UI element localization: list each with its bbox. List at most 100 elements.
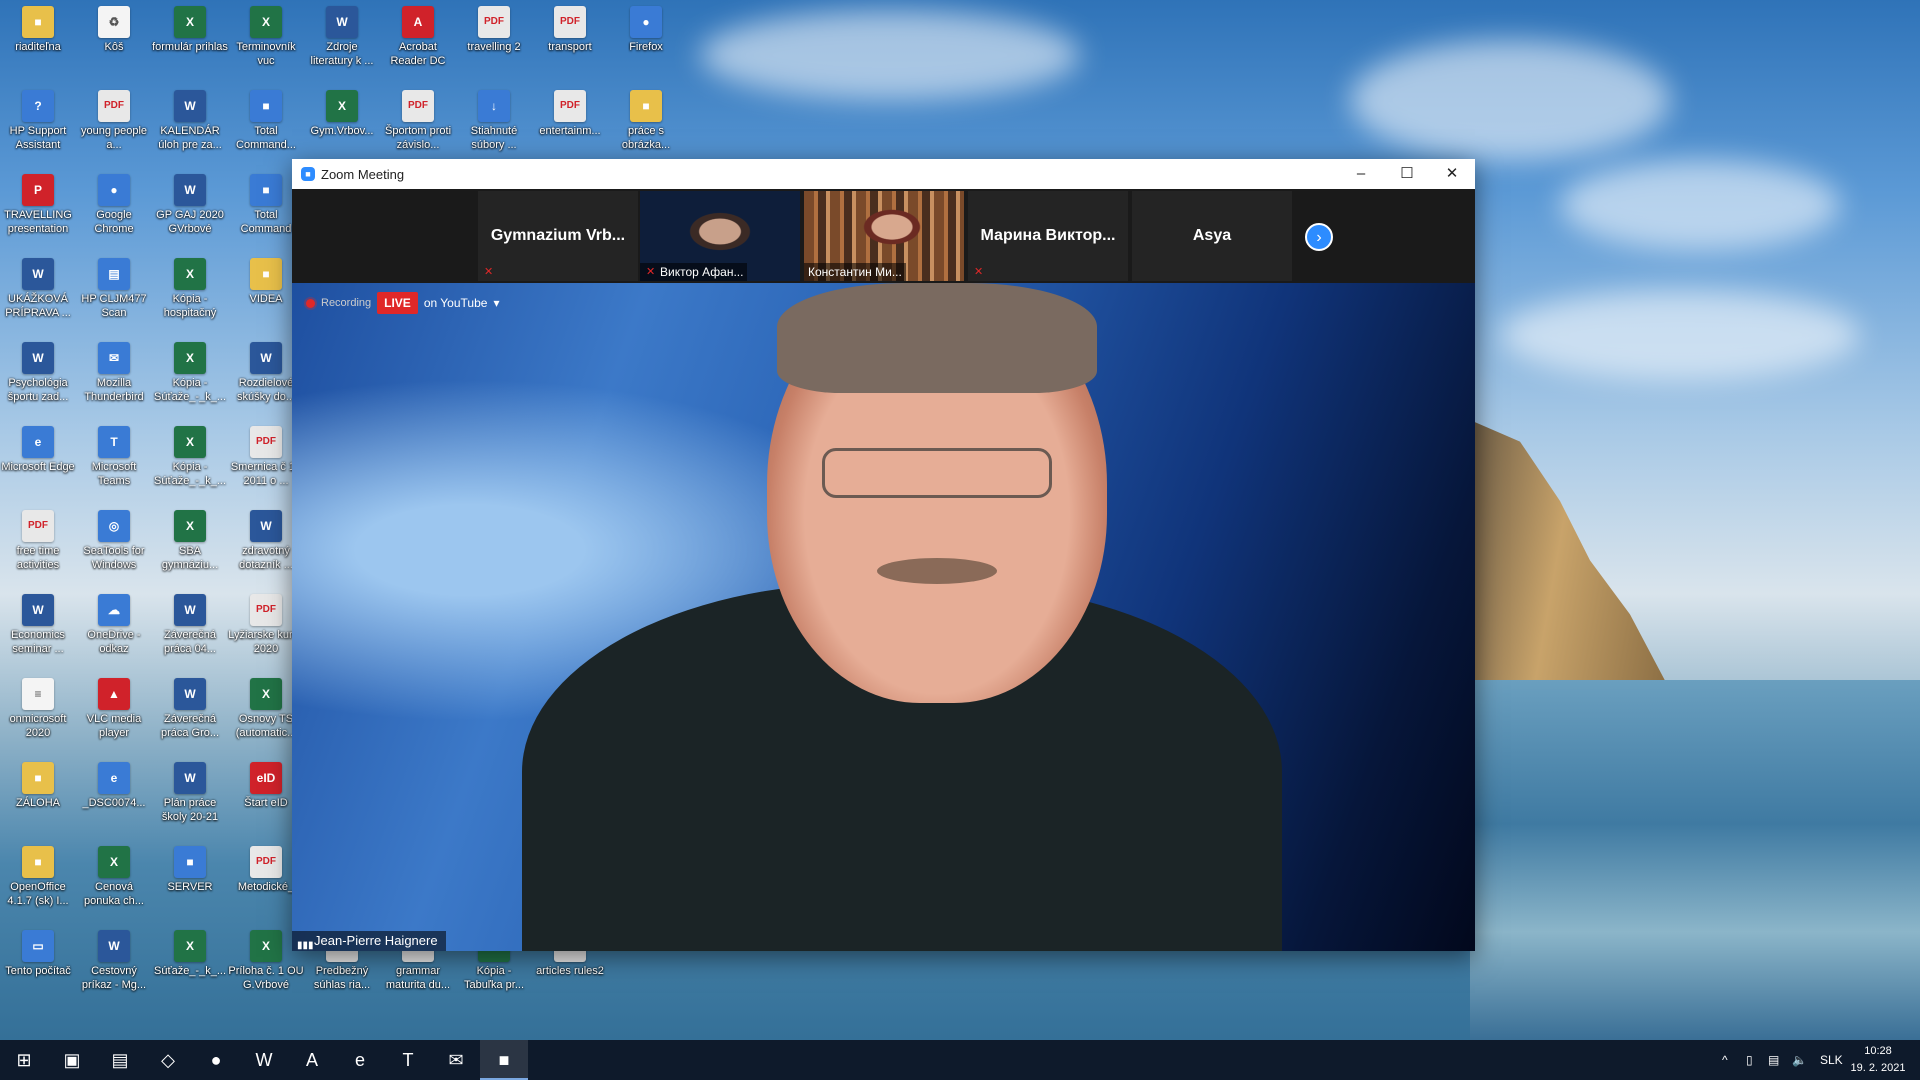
app-file-icon: ● (630, 6, 662, 38)
volume-icon[interactable]: 🔈 (1792, 1040, 1807, 1080)
desktop-icon[interactable]: ■ riaditeľna (0, 2, 76, 82)
clock[interactable]: 10:28 19. 2. 2021 (1846, 1043, 1910, 1077)
desktop-icon[interactable]: W Psychológia športu zad... (0, 338, 76, 418)
desktop-icon[interactable]: ■ ZÁLOHA (0, 758, 76, 838)
notepad-icon[interactable]: ◇ (144, 1040, 192, 1080)
desktop-icon[interactable]: W UKÁŽKOVÁ PRÍPRAVA ... (0, 254, 76, 334)
tray-chevron-icon[interactable]: ^ (1722, 1040, 1728, 1080)
desktop-icon[interactable]: ☁ OneDrive - odkaz (76, 590, 152, 670)
desktop-icon[interactable]: e Microsoft Edge (0, 422, 76, 502)
desktop-icon[interactable]: ● Firefox (608, 2, 684, 82)
chrome-icon[interactable]: ● (192, 1040, 240, 1080)
word-file-icon: W (250, 342, 282, 374)
start-button[interactable]: ⊞ (0, 1040, 48, 1080)
desktop-icon[interactable]: W Cestovný príkaz - Mg... (76, 926, 152, 1006)
participant-tile[interactable]: Константин Ми... (804, 191, 964, 281)
zoom-titlebar[interactable]: ■ Zoom Meeting – ☐ ✕ (292, 159, 1475, 189)
acrobat-icon[interactable]: A (288, 1040, 336, 1080)
desktop-icon[interactable]: W GP GAJ 2020 GVrbové (152, 170, 228, 250)
desktop-icon[interactable]: X Kópia - Súťaže_-_k_... (152, 422, 228, 502)
zoom-icon[interactable]: ■ (480, 1040, 528, 1080)
desktop-icon[interactable]: ▲ VLC media player (76, 674, 152, 754)
desktop-icon[interactable]: W Záverečná práca Gro... (152, 674, 228, 754)
desktop-icon[interactable]: PDF entertainm... (532, 86, 608, 166)
desktop-icon[interactable]: X Kópia - Súťaže_-_k_... (152, 338, 228, 418)
excel-file-icon: X (250, 678, 282, 710)
desktop-icon[interactable]: ✉ Mozilla Thunderbird (76, 338, 152, 418)
desktop-icon[interactable]: ■ OpenOffice 4.1.7 (sk) I... (0, 842, 76, 922)
participant-tile[interactable]: Asya (1132, 191, 1292, 281)
desktop-icon[interactable]: W Zdroje literatury k ... (304, 2, 380, 82)
desktop-icon[interactable]: ■ práce s obrázka... (608, 86, 684, 166)
desktop-icon[interactable]: ↓ Stiahnuté súbory ... (456, 86, 532, 166)
desktop-icon[interactable]: ? HP Support Assistant (0, 86, 76, 166)
desktop-icon[interactable]: ▭ Tento počítač (0, 926, 76, 1006)
excel-file-icon: X (250, 930, 282, 962)
desktop-icon-label: ZÁLOHA (15, 797, 60, 809)
desktop-icon[interactable]: PDF Športom proti závislo... (380, 86, 456, 166)
desktop-icon[interactable]: X Cenová ponuka ch... (76, 842, 152, 922)
network-icon[interactable]: ▤ (1768, 1040, 1779, 1080)
task-view-button[interactable]: ▣ (48, 1040, 96, 1080)
participant-tile[interactable]: Gymnazium Vrb... ✕ (478, 191, 638, 281)
pdf-file-icon: PDF (402, 90, 434, 122)
desktop-icon-label: Cestovný príkaz - Mg... (81, 965, 147, 991)
maximize-button[interactable]: ☐ (1384, 159, 1430, 189)
muted-mic-icon: ✕ (646, 266, 656, 278)
recording-indicator[interactable]: Recording LIVE on YouTube ▾ (306, 292, 499, 314)
desktop-icon[interactable]: PDF transport (532, 2, 608, 82)
desktop-icon[interactable]: ● Google Chrome (76, 170, 152, 250)
desktop-icon-label: free time activities (16, 545, 60, 571)
touchpad-icon[interactable]: ▯ (1746, 1040, 1753, 1080)
edge-icon[interactable]: e (336, 1040, 384, 1080)
desktop-icon[interactable]: W Záverečná práca 04... (152, 590, 228, 670)
desktop-icon[interactable]: X Súťaže_-_k_... (152, 926, 228, 1006)
desktop-icon-label: formulár prihlas (152, 41, 228, 53)
desktop-icon-label: _DSC0074... (82, 797, 146, 809)
doc-file-icon: ♻ (98, 6, 130, 38)
desktop-icon[interactable]: ■ Total Command... (228, 86, 304, 166)
minimize-button[interactable]: – (1338, 159, 1384, 189)
stream-destination[interactable]: on YouTube (424, 296, 488, 310)
app-file-icon: ▤ (98, 258, 130, 290)
excel-file-icon: X (174, 258, 206, 290)
teams-icon[interactable]: T (384, 1040, 432, 1080)
desktop-icon[interactable]: T Microsoft Teams (76, 422, 152, 502)
desktop-icon[interactable]: PDF travelling 2 (456, 2, 532, 82)
language-indicator[interactable]: SLK (1820, 1040, 1843, 1080)
chevron-down-icon[interactable]: ▾ (493, 296, 499, 310)
desktop-icon[interactable]: ◎ SeaTools for Windows (76, 506, 152, 586)
desktop-icon-label: SBA gymnáziu... (161, 545, 219, 571)
desktop-icon-label: travelling 2 (467, 41, 521, 53)
next-page-button[interactable]: › (1305, 223, 1333, 251)
signal-bars-icon: ▮▮▮ (297, 940, 314, 951)
desktop-icon-label: HP Support Assistant (9, 125, 67, 151)
desktop-icon[interactable]: X Terminovník vuc (228, 2, 304, 82)
excel-file-icon: X (98, 846, 130, 878)
desktop-icon-label: Gym.Vrbov... (310, 125, 374, 137)
desktop-icon[interactable]: e _DSC0074... (76, 758, 152, 838)
desktop-icon[interactable]: ■ SERVER (152, 842, 228, 922)
participant-tile[interactable]: Марина Виктор... ✕ (968, 191, 1128, 281)
desktop-icon[interactable]: A Acrobat Reader DC (380, 2, 456, 82)
close-button[interactable]: ✕ (1429, 159, 1475, 189)
desktop-icon[interactable]: X SBA gymnáziu... (152, 506, 228, 586)
word-icon[interactable]: W (240, 1040, 288, 1080)
desktop-icon[interactable]: ♻ Kôš (76, 2, 152, 82)
desktop-icon[interactable]: W Plán práce školy 20-21 (152, 758, 228, 838)
desktop-icon[interactable]: Xformulár prihlas (152, 2, 228, 82)
participant-tile[interactable]: Виктор Афан... ✕ (640, 191, 800, 281)
file-explorer-icon[interactable]: ▤ (96, 1040, 144, 1080)
desktop-icon[interactable]: X Gym.Vrbov... (304, 86, 380, 166)
desktop-icon[interactable]: PDF free time activities (0, 506, 76, 586)
desktop-icon[interactable]: X Kópia - hospitačný (152, 254, 228, 334)
desktop-icon-label: Záverečná práca 04... (164, 629, 216, 655)
desktop-icon[interactable]: W KALENDÁR úloh pre za... (152, 86, 228, 166)
desktop-icon[interactable]: PDF young people a... (76, 86, 152, 166)
outlook-icon[interactable]: ✉ (432, 1040, 480, 1080)
desktop-icon[interactable]: W Economics seminar ... (0, 590, 76, 670)
desktop-icon[interactable]: P TRAVELLING presentation (0, 170, 76, 250)
desktop-icon[interactable]: ≡ onmicrosoft 2020 (0, 674, 76, 754)
desktop-icon[interactable]: ▤ HP CLJM477 Scan (76, 254, 152, 334)
desktop-icon-label: Tento počítač (5, 965, 71, 977)
